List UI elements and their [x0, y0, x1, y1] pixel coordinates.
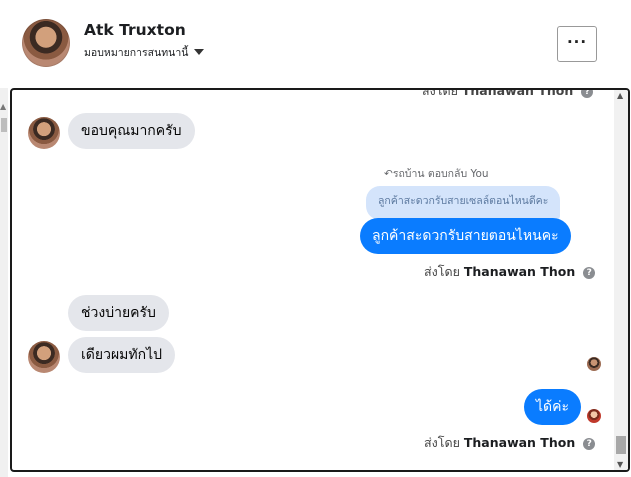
- assign-conversation-label: มอบหมายการสนทนานี้: [84, 47, 189, 59]
- message-thread[interactable]: ส่งโดย Thanawan Thon ? ขอบคุณมากครับ ↶รถ…: [10, 88, 630, 472]
- read-receipt-avatar: [587, 409, 601, 423]
- incoming-message[interactable]: เดียวผมทักไป: [68, 337, 176, 373]
- question-circle-icon[interactable]: ?: [583, 267, 596, 279]
- thread-scrollbar[interactable]: ▲ ▼: [614, 90, 628, 470]
- question-circle-icon[interactable]: ?: [581, 90, 594, 98]
- incoming-message[interactable]: ช่วงบ่ายครับ: [68, 295, 169, 331]
- sent-by-prefix: ส่งโดย: [424, 264, 460, 279]
- outgoing-message[interactable]: ลูกค้าสะดวกรับสายตอนไหนคะ: [360, 218, 571, 254]
- sent-by-line: ส่งโดย Thanawan Thon ?: [422, 88, 594, 101]
- question-circle-icon[interactable]: ?: [583, 438, 596, 450]
- reply-label: ↶รถบ้าน ตอบกลับ You: [384, 165, 489, 182]
- page-scrollbar[interactable]: ▲: [0, 88, 8, 477]
- sender-name: Thanawan Thon: [463, 435, 576, 450]
- sent-by-line: ส่งโดย Thanawan Thon ?: [424, 433, 596, 453]
- contact-avatar[interactable]: [22, 19, 70, 67]
- page-scrollbar-thumb[interactable]: [1, 118, 7, 132]
- thread-scrollbar-thumb[interactable]: [616, 436, 626, 454]
- reply-label-text: รถบ้าน ตอบกลับ You: [392, 168, 489, 180]
- assign-conversation-dropdown[interactable]: มอบหมายการสนทนานี้: [84, 44, 205, 61]
- contact-avatar-small[interactable]: [28, 341, 60, 373]
- scroll-up-arrow-icon[interactable]: ▲: [617, 91, 623, 100]
- read-receipt-avatar: [587, 357, 601, 371]
- sender-name: Thanawan Thon: [463, 264, 576, 279]
- sent-by-prefix: ส่งโดย: [422, 88, 458, 98]
- incoming-message[interactable]: ขอบคุณมากครับ: [68, 113, 195, 149]
- contact-name[interactable]: Atk Truxton: [84, 21, 186, 39]
- outgoing-message[interactable]: ได้ค่ะ: [524, 389, 582, 425]
- conversation-header: Atk Truxton มอบหมายการสนทนานี้ ···: [8, 0, 631, 88]
- ellipsis-icon: ···: [566, 33, 588, 51]
- reply-arrow-icon: ↶: [384, 168, 393, 180]
- scroll-down-arrow-icon[interactable]: ▼: [617, 460, 623, 469]
- sent-by-prefix: ส่งโดย: [424, 435, 460, 450]
- sender-name: Thanawan Thon: [461, 88, 574, 98]
- contact-avatar-small[interactable]: [28, 117, 60, 149]
- scroll-up-arrow-icon[interactable]: ▲: [0, 102, 6, 111]
- replied-message-quote[interactable]: ลูกค้าสะดวกรับสายเซลล์ตอนไหนดีคะ: [366, 186, 561, 220]
- sent-by-line: ส่งโดย Thanawan Thon ?: [424, 262, 596, 282]
- caret-down-icon: [194, 49, 205, 55]
- more-options-button[interactable]: ···: [557, 26, 597, 62]
